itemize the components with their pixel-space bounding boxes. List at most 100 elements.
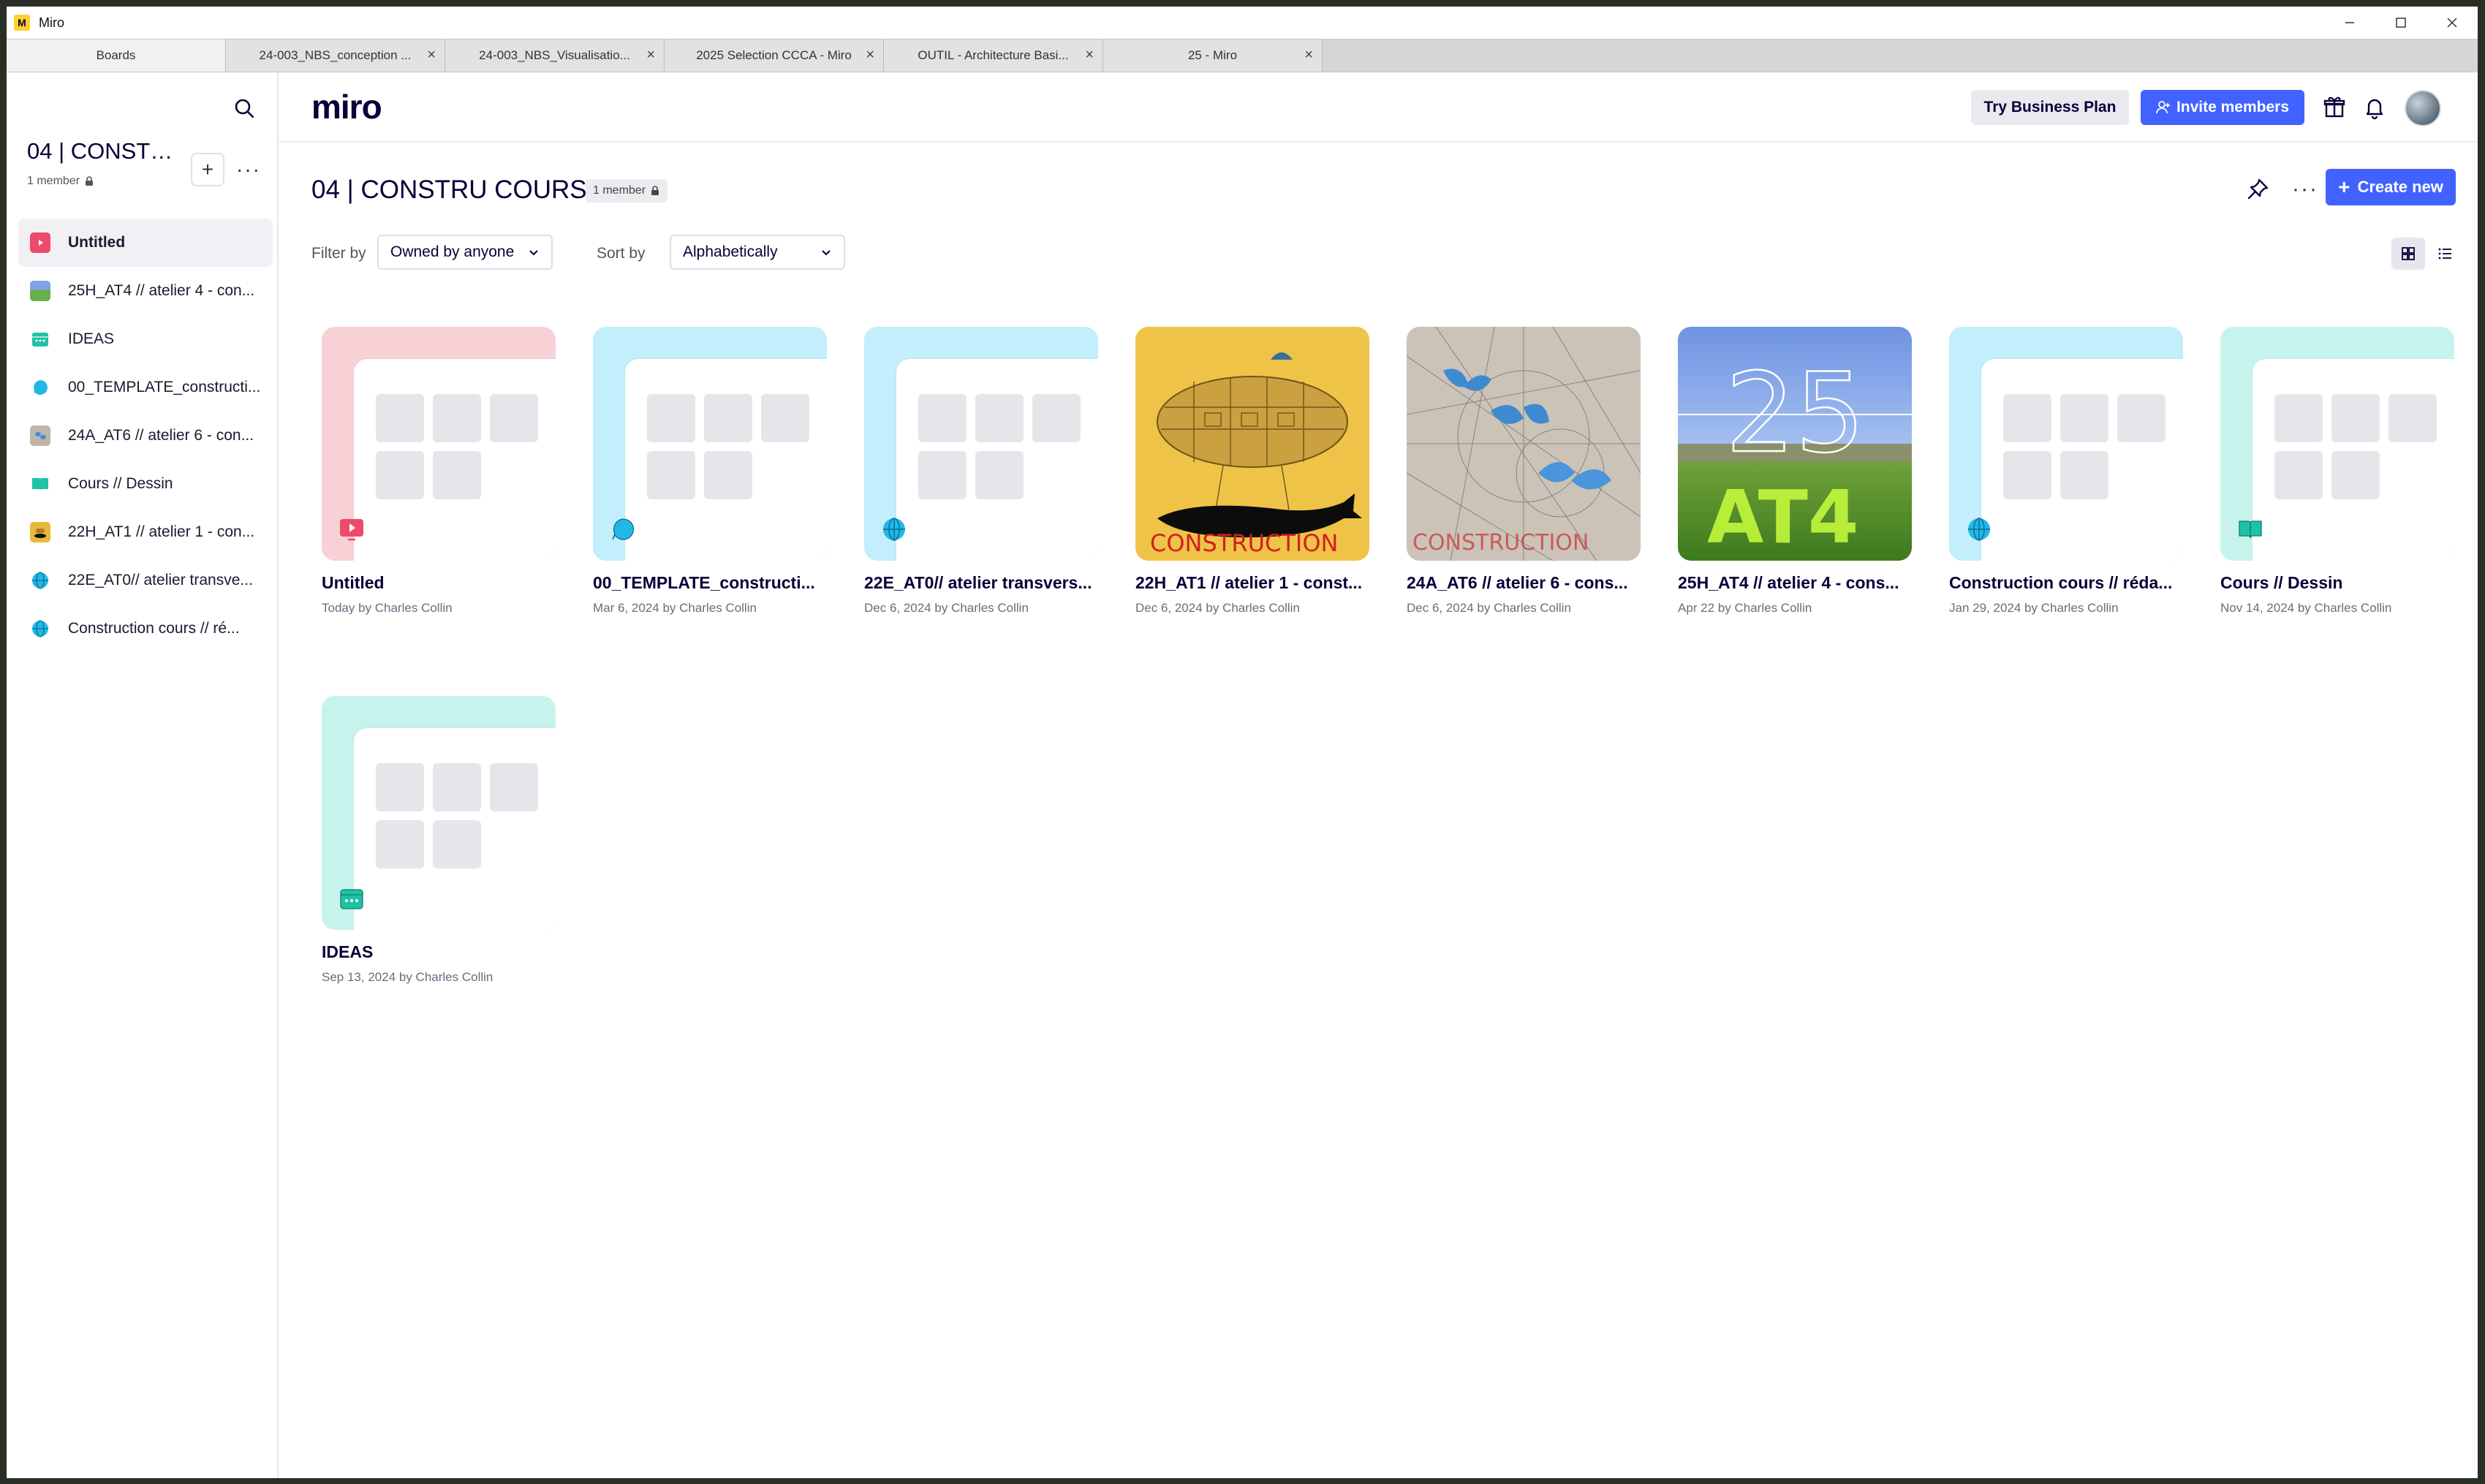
filter-label: Filter by: [311, 245, 366, 262]
board-title: 24A_AT6 // atelier 6 - cons...: [1407, 573, 1628, 592]
board-thumbnail: [322, 327, 556, 561]
grid-view-button[interactable]: [2391, 238, 2425, 270]
close-icon[interactable]: ×: [427, 47, 436, 64]
board-title: 25H_AT4 // atelier 4 - cons...: [1678, 573, 1899, 592]
sort-select[interactable]: Alphabetically: [670, 235, 845, 270]
tab-label: 2025 Selection CCCA - Miro: [696, 48, 852, 62]
board-card[interactable]: 22E_AT0// atelier transvers... Dec 6, 20…: [864, 327, 1098, 634]
tab-nbs-visualisation[interactable]: 24-003_NBS_Visualisatio... ×: [445, 39, 665, 72]
board-card[interactable]: CONSTRUCTION 24A_AT6 // atelier 6 - cons…: [1407, 327, 1641, 634]
thumbnail-cell: [918, 394, 967, 442]
miro-logo[interactable]: miro: [311, 87, 382, 126]
board-card[interactable]: 00_TEMPLATE_constructi... Mar 6, 2024 by…: [593, 327, 827, 634]
tab-25-miro[interactable]: 25 - Miro ×: [1103, 39, 1323, 72]
thumbnail-text: CONSTRUCTION: [1150, 529, 1338, 557]
close-icon[interactable]: ×: [1304, 47, 1313, 64]
member-badge[interactable]: 1 member: [586, 179, 668, 202]
board-card[interactable]: Untitled Today by Charles Collin: [322, 327, 556, 634]
more-options-icon[interactable]: ···: [232, 153, 265, 186]
thumbnail-cell: [2274, 451, 2323, 499]
pin-icon[interactable]: [2242, 173, 2274, 205]
notifications-bell-icon[interactable]: [2359, 91, 2391, 124]
board-subtitle: Nov 14, 2024 by Charles Collin: [2220, 601, 2392, 615]
sort-label: Sort by: [597, 245, 646, 262]
sidebar-item-cours-dessin[interactable]: Cours // Dessin: [18, 460, 273, 508]
team-member-count: 1 member: [27, 175, 94, 188]
team-title[interactable]: 04 | CONSTR...: [27, 138, 181, 164]
sidebar-item-24a-at6[interactable]: 24A_AT6 // atelier 6 - con...: [18, 412, 273, 460]
chevron-down-icon: [822, 250, 831, 256]
board-subtitle: Dec 6, 2024 by Charles Collin: [1135, 601, 1300, 615]
maximize-button[interactable]: [2375, 7, 2427, 39]
tab-label: Boards: [96, 48, 136, 62]
board-thumbnail-image: 25 AT4: [1678, 327, 1912, 561]
sidebar-item-label: 24A_AT6 // atelier 6 - con...: [68, 427, 254, 444]
sidebar-item-label: 22H_AT1 // atelier 1 - con...: [68, 523, 255, 540]
thumbnail-cell: [918, 451, 967, 499]
book-icon: [2238, 517, 2263, 542]
create-new-button[interactable]: + Create new: [2326, 169, 2456, 205]
sidebar-item-22h-at1[interactable]: 22H_AT1 // atelier 1 - con...: [18, 508, 273, 556]
main-content: 04 | CONSTRU COURS 1 member ··· + Create…: [279, 143, 2478, 1478]
submarine-whale-image: CONSTRUCTION: [1135, 327, 1369, 561]
presentation-icon: [339, 517, 364, 542]
grid-icon: [2402, 247, 2415, 260]
minimize-button[interactable]: [2324, 7, 2375, 39]
sidebar-item-label: 22E_AT0// atelier transve...: [68, 572, 253, 588]
thumbnail-cell: [704, 451, 752, 499]
board-card[interactable]: IDEAS Sep 13, 2024 by Charles Collin: [322, 696, 556, 1003]
globe-icon: [882, 517, 907, 542]
board-card[interactable]: 25 AT4 25H_AT4 // atelier 4 - cons... Ap…: [1678, 327, 1912, 634]
board-card[interactable]: Cours // Dessin Nov 14, 2024 by Charles …: [2220, 327, 2454, 634]
sidebar-item-untitled[interactable]: Untitled: [18, 219, 273, 267]
board-card[interactable]: Construction cours // réda... Jan 29, 20…: [1949, 327, 2183, 634]
filter-select[interactable]: Owned by anyone: [377, 235, 553, 270]
user-avatar[interactable]: [2405, 90, 2441, 126]
thumbnail-cell: [647, 394, 695, 442]
sidebar-item-25h-at4[interactable]: 25H_AT4 // atelier 4 - con...: [18, 267, 273, 315]
title-bar: M Miro: [7, 7, 2478, 39]
tab-boards[interactable]: Boards: [7, 39, 226, 72]
thumbnail-cell: [376, 451, 424, 499]
board-thumbnail-image: CONSTRUCTION: [1407, 327, 1641, 561]
gift-icon[interactable]: [2318, 91, 2350, 124]
list-view-button[interactable]: [2428, 238, 2462, 270]
sidebar-board-list: Untitled 25H_AT4 // atelier 4 - con... I…: [18, 219, 273, 653]
close-icon[interactable]: ×: [866, 47, 874, 64]
try-business-plan-button[interactable]: Try Business Plan: [1971, 90, 2129, 125]
tab-outil-architecture[interactable]: OUTIL - Architecture Basi... ×: [884, 39, 1103, 72]
tab-nbs-conception[interactable]: 24-003_NBS_conception ... ×: [226, 39, 445, 72]
sidebar-item-22e-at0[interactable]: 22E_AT0// atelier transve...: [18, 556, 273, 605]
thumbnail-cell: [433, 820, 481, 868]
filter-select-value: Owned by anyone: [390, 243, 515, 260]
globe-icon: [30, 570, 50, 591]
board-card[interactable]: CONSTRUCTION 22H_AT1 // atelier 1 - cons…: [1135, 327, 1369, 634]
calendar-icon: [339, 886, 364, 911]
sidebar-item-ideas[interactable]: IDEAS: [18, 315, 273, 363]
thumbnail-cell: [2274, 394, 2323, 442]
header: miro Try Business Plan Invite members: [279, 72, 2478, 143]
search-icon[interactable]: [230, 94, 260, 124]
sidebar-item-template[interactable]: 00_TEMPLATE_constructi...: [18, 363, 273, 412]
create-new-label: Create new: [2357, 178, 2443, 196]
thumbnail-cell: [433, 763, 481, 811]
close-icon[interactable]: ×: [1085, 47, 1094, 64]
close-icon[interactable]: ×: [646, 47, 655, 64]
sidebar-item-construction-cours[interactable]: Construction cours // ré...: [18, 605, 273, 653]
thumbnail-text: CONSTRUCTION: [1412, 530, 1589, 556]
add-board-button[interactable]: +: [191, 153, 224, 186]
field-image: 25 AT4: [1678, 327, 1912, 561]
sidebar-item-label: 25H_AT4 // atelier 4 - con...: [68, 282, 255, 299]
board-title: IDEAS: [322, 942, 374, 961]
board-title: Construction cours // réda...: [1949, 573, 2173, 592]
butterfly-sketch-image: CONSTRUCTION: [1407, 327, 1641, 561]
lock-icon: [651, 186, 659, 195]
tab-label: 24-003_NBS_Visualisatio...: [479, 48, 630, 62]
more-options-icon[interactable]: ···: [2289, 173, 2321, 205]
board-thumbnail: [322, 696, 556, 930]
close-window-button[interactable]: [2427, 7, 2478, 39]
tab-selection-ccca[interactable]: 2025 Selection CCCA - Miro ×: [665, 39, 884, 72]
invite-members-button[interactable]: Invite members: [2141, 90, 2304, 125]
board-thumbnail: [2220, 327, 2454, 561]
thumbnail-cell: [2331, 394, 2380, 442]
